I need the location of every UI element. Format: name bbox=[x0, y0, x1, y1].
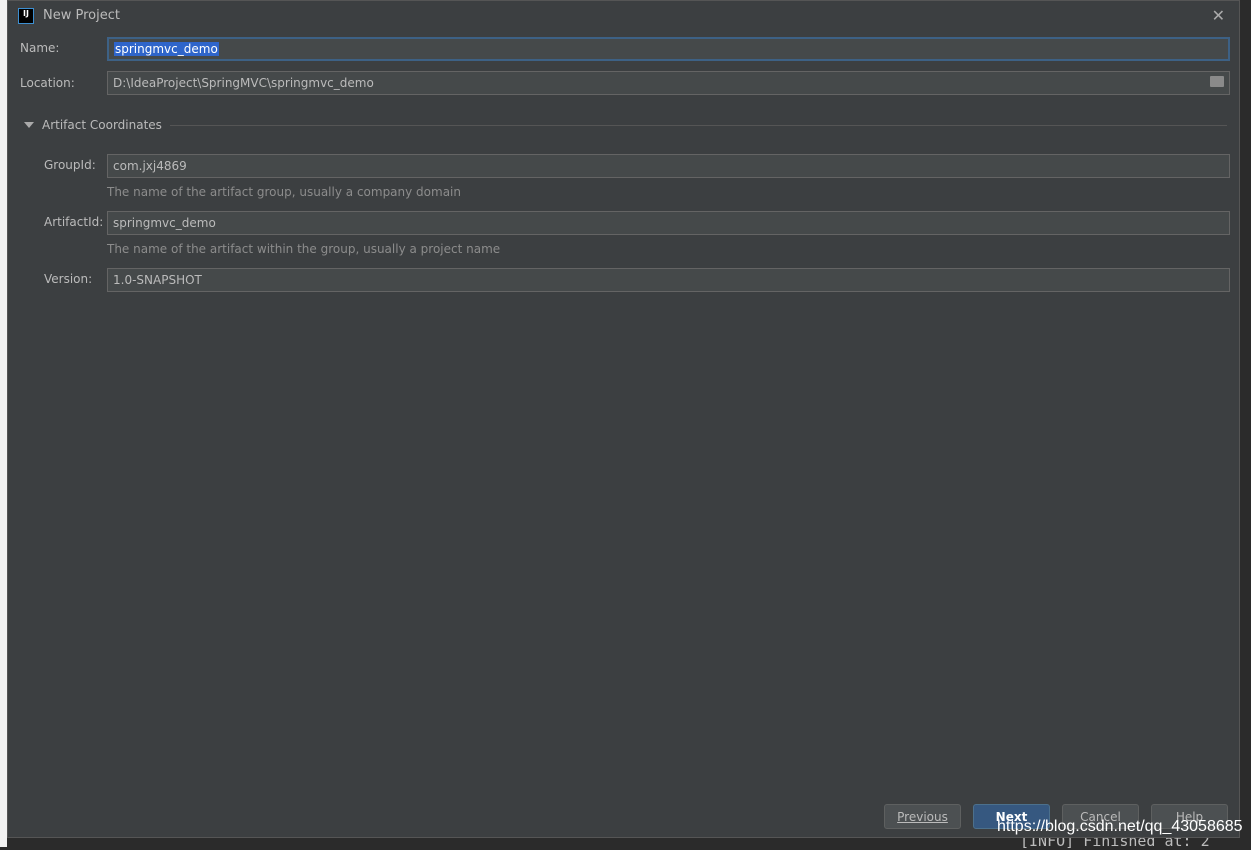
previous-button[interactable]: Previous bbox=[884, 804, 961, 829]
new-project-dialog: IJ New Project ✕ Name: springmvc_demo Lo… bbox=[7, 0, 1240, 838]
location-value: D:\IdeaProject\SpringMVC\springmvc_demo bbox=[113, 76, 374, 90]
artifact-coordinates-toggle[interactable]: Artifact Coordinates bbox=[24, 118, 1227, 132]
triangle-down-icon bbox=[24, 122, 34, 128]
previous-label: Previous bbox=[897, 809, 948, 824]
version-input[interactable]: 1.0-SNAPSHOT bbox=[107, 268, 1230, 292]
location-input[interactable]: D:\IdeaProject\SpringMVC\springmvc_demo bbox=[107, 71, 1230, 95]
location-label: Location: bbox=[20, 76, 75, 90]
version-value: 1.0-SNAPSHOT bbox=[113, 273, 202, 287]
title-bar: IJ New Project bbox=[8, 1, 1239, 30]
artifactid-value: springmvc_demo bbox=[113, 216, 216, 230]
name-value: springmvc_demo bbox=[114, 42, 219, 56]
folder-icon[interactable] bbox=[1210, 76, 1224, 87]
divider bbox=[169, 124, 1227, 126]
background-window bbox=[0, 0, 7, 847]
dialog-title: New Project bbox=[43, 8, 120, 23]
watermark: https://blog.csdn.net/qq_43058685 bbox=[997, 818, 1243, 835]
name-label: Name: bbox=[20, 41, 60, 55]
name-input[interactable]: springmvc_demo bbox=[107, 37, 1230, 61]
close-icon[interactable]: ✕ bbox=[1212, 6, 1225, 25]
artifactid-label: ArtifactId: bbox=[44, 215, 104, 229]
section-title: Artifact Coordinates bbox=[42, 118, 162, 132]
intellij-logo-icon: IJ bbox=[18, 7, 34, 24]
artifactid-hint: The name of the artifact within the grou… bbox=[107, 242, 501, 256]
version-label: Version: bbox=[44, 272, 93, 286]
groupid-hint: The name of the artifact group, usually … bbox=[107, 185, 461, 199]
groupid-input[interactable]: com.jxj4869 bbox=[107, 154, 1230, 178]
groupid-value: com.jxj4869 bbox=[113, 159, 187, 173]
artifactid-input[interactable]: springmvc_demo bbox=[107, 211, 1230, 235]
groupid-label: GroupId: bbox=[44, 158, 96, 172]
